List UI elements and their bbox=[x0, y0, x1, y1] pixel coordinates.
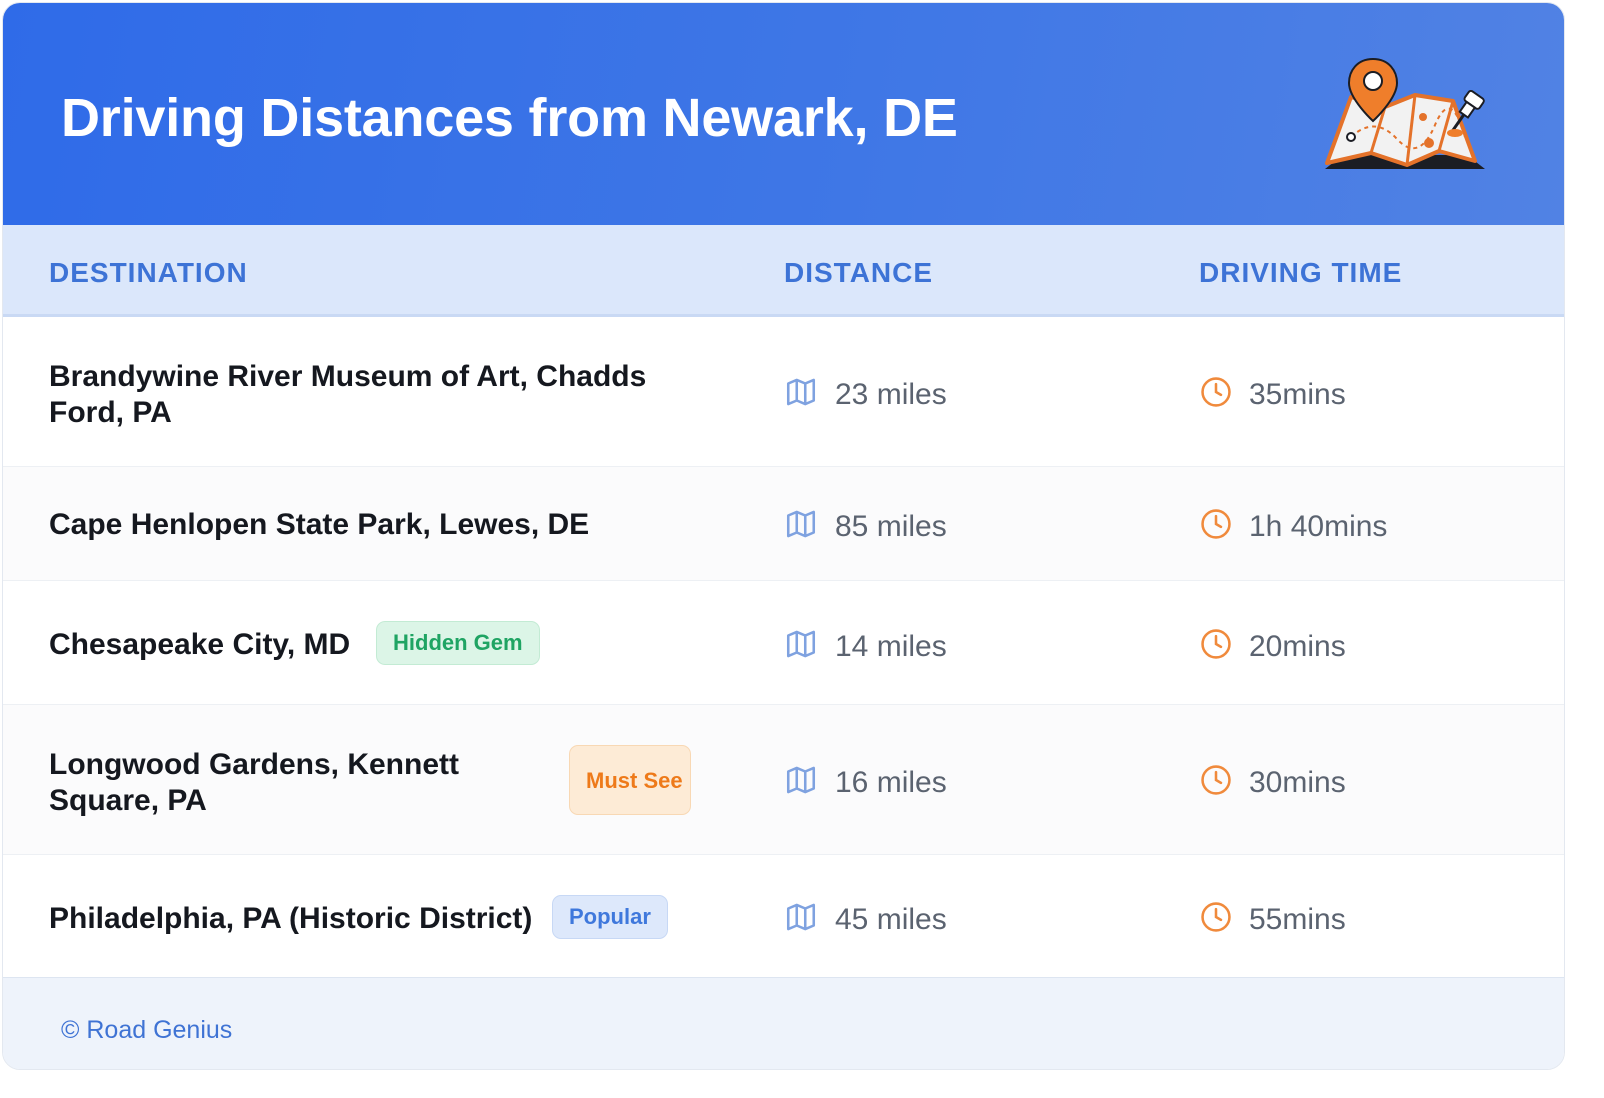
destination-name: Cape Henlopen State Park, Lewes, DE bbox=[49, 508, 590, 541]
distance-value: 45 miles bbox=[835, 903, 947, 936]
driving-time-value: 35mins bbox=[1249, 378, 1346, 411]
table-header: DESTINATION DISTANCE DRIVING TIME bbox=[3, 225, 1564, 317]
destination-name: Philadelphia, PA (Historic District) bbox=[49, 902, 533, 935]
table-row[interactable]: Cape Henlopen State Park, Lewes, DE 85 m… bbox=[3, 467, 1564, 581]
driving-time-value: 1h 40mins bbox=[1249, 510, 1388, 543]
hidden-gem-badge: Hidden Gem bbox=[376, 621, 540, 665]
driving-time-value: 20mins bbox=[1249, 630, 1346, 663]
distance-value: 16 miles bbox=[835, 766, 947, 799]
table-row[interactable]: Longwood Gardens, Kennett Square, PA Mus… bbox=[3, 705, 1564, 855]
map-with-pins-icon bbox=[1325, 57, 1485, 169]
clock-icon bbox=[1201, 629, 1231, 659]
popular-badge: Popular bbox=[552, 895, 668, 939]
distance-table-card: Driving Distances from Newark, DE DESTIN… bbox=[2, 2, 1565, 1070]
must-see-badge: Must See bbox=[569, 745, 691, 815]
distance-value: 23 miles bbox=[835, 378, 947, 411]
clock-icon bbox=[1201, 765, 1231, 795]
column-header-destination[interactable]: DESTINATION bbox=[49, 257, 248, 289]
map-icon bbox=[786, 510, 816, 538]
table-row[interactable]: Chesapeake City, MD Hidden Gem 14 miles … bbox=[3, 581, 1564, 705]
clock-icon bbox=[1201, 902, 1231, 932]
copyright-text[interactable]: © Road Genius bbox=[61, 1016, 232, 1045]
driving-time-value: 55mins bbox=[1249, 903, 1346, 936]
header-banner: Driving Distances from Newark, DE bbox=[3, 3, 1564, 225]
map-icon bbox=[786, 766, 816, 794]
driving-time-value: 30mins bbox=[1249, 766, 1346, 799]
clock-icon bbox=[1201, 509, 1231, 539]
distance-value: 14 miles bbox=[835, 630, 947, 663]
clock-icon bbox=[1201, 377, 1231, 407]
footer: © Road Genius bbox=[3, 977, 1564, 1069]
page-title: Driving Distances from Newark, DE bbox=[61, 88, 958, 148]
map-icon bbox=[786, 630, 816, 658]
table-row[interactable]: Brandywine River Museum of Art, Chadds F… bbox=[3, 317, 1564, 467]
map-icon bbox=[786, 378, 816, 406]
destination-name: Chesapeake City, MD bbox=[49, 628, 351, 661]
destination-name: Brandywine River Museum of Art, Chadds F… bbox=[49, 360, 647, 429]
destination-name: Longwood Gardens, Kennett Square, PA bbox=[49, 748, 459, 817]
table-row[interactable]: Philadelphia, PA (Historic District) Pop… bbox=[3, 855, 1564, 977]
column-header-driving-time[interactable]: DRIVING TIME bbox=[1199, 257, 1402, 289]
map-icon bbox=[786, 903, 816, 931]
column-header-distance[interactable]: DISTANCE bbox=[784, 257, 933, 289]
distance-value: 85 miles bbox=[835, 510, 947, 543]
